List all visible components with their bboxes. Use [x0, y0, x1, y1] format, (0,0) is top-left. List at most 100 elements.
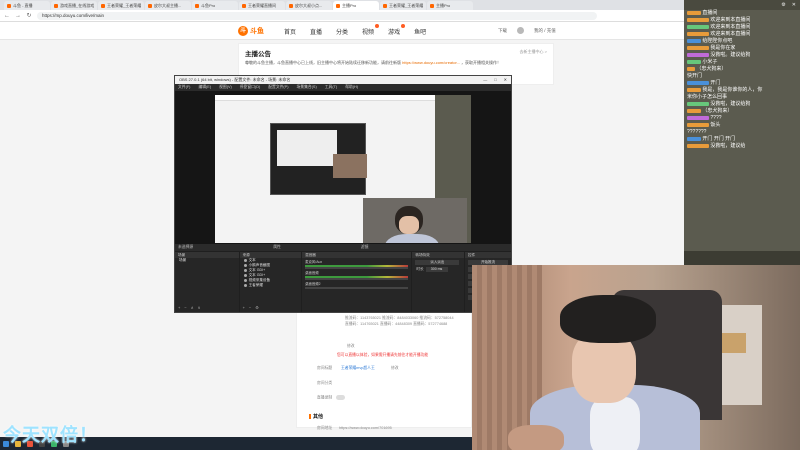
box-on-shelf: [722, 333, 746, 353]
modify-link[interactable]: 修改: [347, 344, 355, 349]
browser-tab[interactable]: 王者荣耀直播间: [239, 1, 285, 10]
transitions-dock: 转场特效 淡入淡出 时长 300 ms: [412, 252, 464, 312]
url-input[interactable]: https://mp.douyu.com/live/main: [37, 11, 597, 20]
filters-button[interactable]: 滤镜: [361, 244, 369, 251]
nav-video[interactable]: 视频: [362, 23, 380, 36]
menu-help[interactable]: 帮助(H): [345, 84, 358, 91]
new-badge: [375, 23, 380, 28]
close-icon[interactable]: ✕: [792, 0, 796, 10]
menu-file[interactable]: 文件(F): [178, 84, 190, 91]
other-section-title: 其他: [309, 413, 323, 420]
down-icon[interactable]: ∨: [198, 305, 201, 310]
user-menu[interactable]: 我的 / 充值: [534, 28, 556, 34]
back-icon[interactable]: ←: [4, 13, 10, 19]
chat-message: 小米子: [684, 59, 800, 66]
eye-icon[interactable]: [243, 259, 247, 262]
user-avatar[interactable]: [517, 27, 524, 34]
menu-tools[interactable]: 工具(T): [325, 84, 337, 91]
chat-message: 我是你在家: [684, 45, 800, 52]
browser-tab[interactable]: 游戏直播_在线游戏直播: [51, 1, 97, 10]
properties-button[interactable]: 属性: [273, 244, 281, 251]
up-icon[interactable]: ∧: [191, 305, 194, 310]
nav-game[interactable]: 游戏: [388, 23, 406, 36]
obs-docks: 场景 场景 + − ∧ ∨ 来源 文本 小鹅声音截图 文本 GDI+ 文本 GDI+ …: [175, 252, 511, 312]
level-badge: [687, 80, 709, 85]
douyu-favicon-icon: [195, 3, 199, 8]
menu-scene-collection[interactable]: 场景集合(S): [296, 84, 316, 91]
chat-input-area[interactable]: [684, 251, 800, 265]
nav-yuba[interactable]: 鱼吧: [414, 27, 426, 36]
eye-icon[interactable]: [243, 284, 247, 287]
chat-message: 没救啦，建议给狗: [684, 101, 800, 108]
announcement-link[interactable]: https://www.douyu.com/creator...: [402, 60, 460, 65]
announcement-body: 尊敬的斗鱼主播，斗鱼直播中心已上线，旧主播中心将开始陆续迁移新功能，请前往新版 …: [245, 60, 502, 65]
room-title-modify[interactable]: 修改: [391, 366, 399, 371]
mixer-track: 桌面音频2: [305, 281, 409, 289]
browser-tab[interactable]: 主播Pro: [427, 1, 473, 10]
download-link[interactable]: 下载: [498, 28, 507, 34]
remove-icon[interactable]: −: [184, 305, 186, 310]
minimize-icon[interactable]: —: [483, 76, 487, 84]
add-icon[interactable]: +: [243, 305, 245, 310]
eye-icon[interactable]: [243, 264, 247, 267]
preview-person-face: [399, 216, 419, 234]
webcam-overlay: [472, 265, 800, 450]
eye-icon[interactable]: [243, 269, 247, 272]
douyu-favicon-icon: [148, 3, 152, 8]
duration-input[interactable]: 300 ms: [425, 267, 448, 272]
scenes-dock: 场景 场景 + − ∧ ∨: [175, 252, 239, 312]
volume-slider[interactable]: [305, 267, 409, 269]
douyu-favicon-icon: [7, 3, 11, 8]
close-icon[interactable]: ✕: [504, 76, 507, 84]
new-center-link[interactable]: 去新主播中心 >: [520, 49, 547, 55]
douyu-favicon-icon: [430, 3, 434, 8]
volume-slider[interactable]: [305, 278, 409, 280]
obs-window: OBS 27.0.1 (64 bit, windows) - 配置文件: 未命名…: [174, 75, 512, 313]
nav-live[interactable]: 直播: [310, 27, 322, 36]
douyu-logo[interactable]: 斗 斗鱼: [238, 24, 272, 37]
level-badge: [687, 10, 701, 15]
menu-docks[interactable]: 停靠窗口(D): [240, 84, 260, 91]
eye-icon[interactable]: [243, 274, 247, 277]
gear-icon[interactable]: ⚙: [255, 305, 259, 310]
douyu-logo-icon: 斗: [238, 25, 248, 36]
chat-message: 直播间: [684, 10, 800, 17]
menu-view[interactable]: 视图(V): [219, 84, 232, 91]
record-toggle[interactable]: [336, 395, 346, 400]
gear-icon[interactable]: ⚙: [781, 0, 785, 10]
remove-icon[interactable]: −: [249, 305, 251, 310]
browser-tab[interactable]: 皮尔大叔主播...: [145, 1, 191, 10]
level-badge: [687, 59, 701, 64]
browser-tab[interactable]: 皮尔大叔小点...: [286, 1, 332, 10]
add-icon[interactable]: +: [178, 305, 180, 310]
chat-message: 开门: [684, 80, 800, 87]
forward-icon[interactable]: →: [15, 13, 21, 19]
nav-home[interactable]: 首页: [284, 27, 296, 36]
preview-webcam: [363, 198, 467, 243]
controls-dock-title: 控件: [465, 252, 511, 258]
browser-tab[interactable]: 斗鱼Pro: [192, 1, 238, 10]
browser-tab[interactable]: 斗鱼 - 直播: [4, 1, 50, 10]
chat-message: 欢迎来到本直播间: [684, 24, 800, 31]
category-label: 房间分类: [317, 381, 333, 385]
browser-tab[interactable]: 王者荣耀_王者荣耀直播: [380, 1, 426, 10]
menu-edit[interactable]: 编辑(E): [198, 84, 211, 91]
nav-category[interactable]: 分类: [336, 27, 348, 36]
douyu-favicon-icon: [54, 3, 58, 8]
browser-tab-active[interactable]: 主播Pro: [333, 1, 379, 10]
eye-icon[interactable]: [243, 279, 247, 282]
stream-key-row: 推流码：1143765021 推流码：8484033060 推流码：572758…: [345, 316, 454, 320]
browser-tab-strip: 斗鱼 - 直播 游戏直播_在线游戏直播 王者荣耀_王者荣耀直播 皮尔大叔主播..…: [0, 0, 800, 10]
transition-select[interactable]: 淡入淡出: [415, 260, 460, 265]
obs-menubar: 文件(F) 编辑(E) 视图(V) 停靠窗口(D) 配置文件(P) 场景集合(S…: [175, 84, 511, 91]
chat-message: （忠犬狗来）: [684, 66, 800, 73]
reload-icon[interactable]: ↻: [26, 12, 32, 19]
browser-tab[interactable]: 王者荣耀_王者荣耀直播: [98, 1, 144, 10]
scene-item[interactable]: 场景: [175, 258, 239, 263]
room-address-value[interactable]: https://www.douyu.com/701695: [339, 426, 392, 430]
maximize-icon[interactable]: □: [494, 76, 496, 84]
menu-profile[interactable]: 配置文件(P): [268, 84, 288, 91]
chat-message: 快开门: [687, 73, 703, 79]
source-item[interactable]: 王者荣耀: [240, 283, 302, 288]
obs-preview[interactable]: [175, 91, 511, 244]
